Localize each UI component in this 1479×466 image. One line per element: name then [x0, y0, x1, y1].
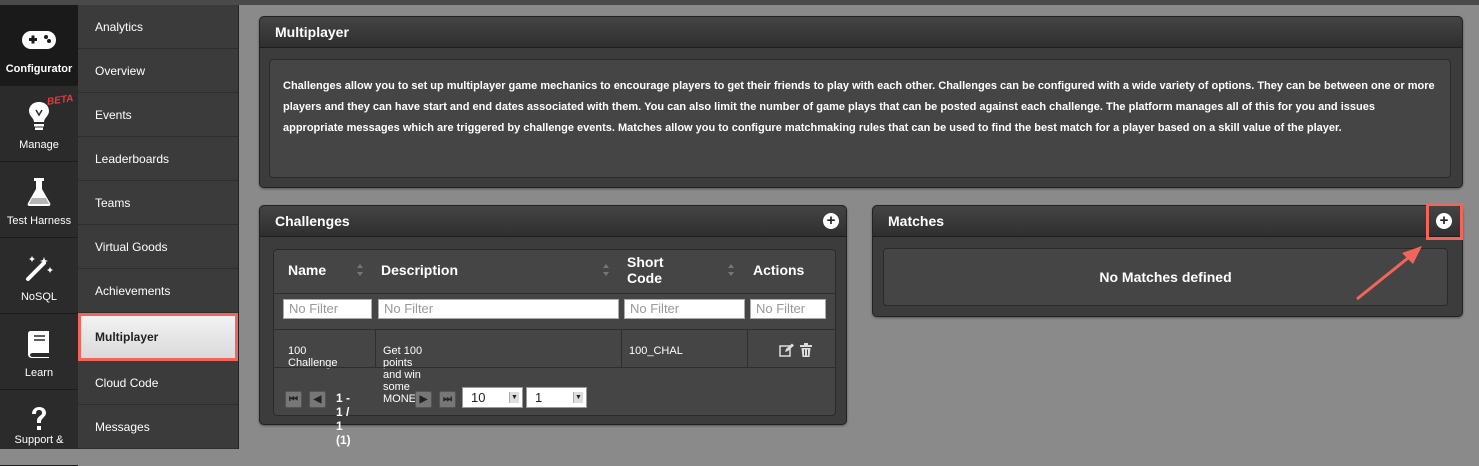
annotation-arrow	[1356, 246, 1422, 301]
